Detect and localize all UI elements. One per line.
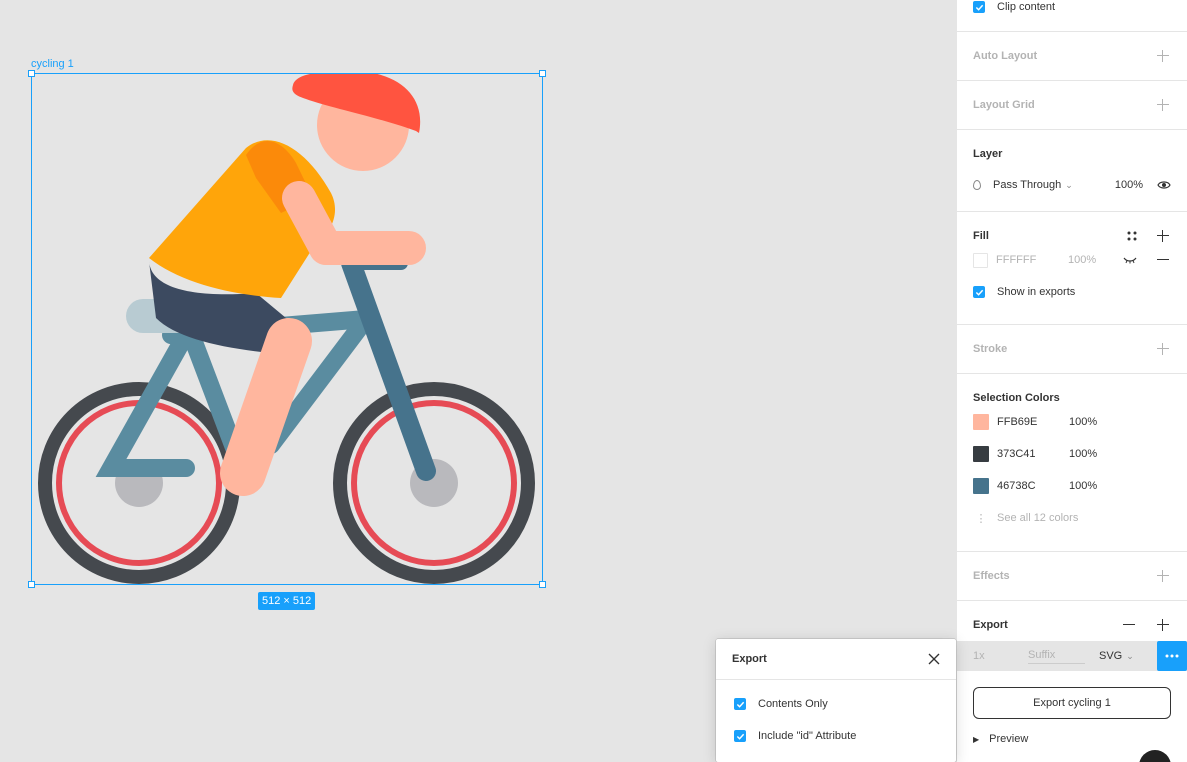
check-icon: [736, 733, 744, 740]
see-all-colors-label[interactable]: See all 12 colors: [997, 512, 1078, 524]
export-title: Export: [973, 619, 1008, 631]
fill-swatch[interactable]: [973, 252, 988, 268]
check-icon: [736, 701, 744, 708]
selection-color-row[interactable]: FFB69E 100%: [973, 406, 1171, 438]
preview-toggle[interactable]: ▶ Preview: [973, 727, 1171, 751]
auto-layout-title: Auto Layout: [973, 50, 1038, 62]
layer-section: Layer Pass Through ⌄ 100%: [957, 130, 1187, 212]
contents-only-checkbox[interactable]: [734, 698, 746, 710]
blend-mode-icon: [973, 180, 981, 190]
check-icon: [975, 4, 983, 11]
stroke-section: Stroke: [957, 325, 1187, 374]
layout-grid-section: Layout Grid: [957, 81, 1187, 130]
export-button[interactable]: Export cycling 1: [973, 687, 1171, 719]
effects-title: Effects: [973, 570, 1010, 582]
effects-section: Effects: [957, 552, 1187, 601]
export-scale[interactable]: 1x: [973, 650, 1028, 662]
color-opacity[interactable]: 100%: [1069, 416, 1097, 428]
add-fill-icon[interactable]: [1155, 228, 1171, 244]
layer-title: Layer: [973, 148, 1003, 160]
contents-only-option[interactable]: Contents Only: [716, 688, 956, 720]
selection-frame[interactable]: [28, 70, 546, 588]
selection-color-row[interactable]: 373C41 100%: [973, 438, 1171, 470]
color-swatch[interactable]: [973, 446, 989, 462]
resize-handle-tl[interactable]: [28, 70, 35, 77]
chevron-down-icon: ⌄: [1065, 179, 1073, 190]
contents-only-label: Contents Only: [758, 698, 828, 710]
fill-opacity[interactable]: 100%: [1068, 254, 1096, 266]
add-layout-grid-icon[interactable]: [1155, 97, 1171, 113]
resize-handle-br[interactable]: [539, 581, 546, 588]
popup-title: Export: [732, 653, 767, 665]
show-in-exports-checkbox[interactable]: [973, 286, 985, 298]
color-opacity[interactable]: 100%: [1069, 448, 1097, 460]
stroke-title: Stroke: [973, 343, 1008, 355]
resize-handle-tr[interactable]: [539, 70, 546, 77]
include-id-option[interactable]: Include "id" Attribute: [716, 720, 956, 752]
color-hex[interactable]: 373C41: [997, 448, 1069, 460]
remove-fill-icon[interactable]: [1155, 252, 1171, 268]
selection-colors-section: Selection Colors FFB69E 100% 373C41 100%…: [957, 374, 1187, 552]
resize-handle-bl[interactable]: [28, 581, 35, 588]
clip-content-checkbox[interactable]: [973, 1, 985, 13]
include-id-label: Include "id" Attribute: [758, 730, 857, 742]
properties-panel: Clip content Auto Layout Layout Grid Lay…: [956, 0, 1187, 762]
chevron-down-icon: ⌄: [1126, 650, 1134, 661]
help-button[interactable]: [1139, 750, 1171, 762]
export-format-select[interactable]: SVG: [1099, 650, 1122, 662]
frame-size-badge: 512 × 512: [258, 592, 316, 610]
add-auto-layout-icon[interactable]: [1155, 48, 1171, 64]
add-stroke-icon[interactable]: [1155, 341, 1171, 357]
more-vertical-icon: ⋮: [975, 512, 987, 525]
export-suffix-input[interactable]: Suffix: [1028, 649, 1085, 664]
fill-section: Fill FFFFFF 100% Show in exports: [957, 212, 1187, 325]
preview-label: Preview: [989, 733, 1029, 745]
clip-content-section: Clip content: [957, 0, 1187, 32]
more-horizontal-icon: [1165, 654, 1179, 658]
blend-mode-select[interactable]: Pass Through: [993, 179, 1061, 191]
see-all-colors-link[interactable]: ⋮ See all 12 colors: [973, 502, 1171, 534]
add-effect-icon[interactable]: [1155, 568, 1171, 584]
auto-layout-section: Auto Layout: [957, 32, 1187, 81]
layer-opacity[interactable]: 100%: [1115, 179, 1143, 191]
show-in-exports-label: Show in exports: [997, 286, 1076, 298]
color-swatch[interactable]: [973, 478, 989, 494]
export-more-button[interactable]: [1157, 641, 1187, 671]
include-id-checkbox[interactable]: [734, 730, 746, 742]
remove-export-icon[interactable]: [1121, 617, 1137, 633]
color-hex[interactable]: FFB69E: [997, 416, 1069, 428]
frame-name-label[interactable]: cycling 1: [31, 58, 74, 70]
fill-title: Fill: [973, 230, 989, 242]
export-options-popup: Export Contents Only Include "id" Attrib…: [716, 639, 956, 762]
color-opacity[interactable]: 100%: [1069, 480, 1097, 492]
style-grid-icon[interactable]: [1127, 231, 1137, 241]
export-settings-row: 1x Suffix SVG ⌄: [957, 641, 1187, 671]
eye-icon[interactable]: [1157, 180, 1171, 190]
clip-content-label: Clip content: [997, 1, 1056, 13]
close-icon[interactable]: [928, 653, 940, 665]
check-icon: [975, 289, 983, 296]
export-section: Export 1x Suffix SVG ⌄ Export cycling 1 …: [957, 601, 1187, 751]
color-swatch[interactable]: [973, 414, 989, 430]
layout-grid-title: Layout Grid: [973, 99, 1035, 111]
selection-colors-title: Selection Colors: [973, 392, 1060, 404]
selection-color-row[interactable]: 46738C 100%: [973, 470, 1171, 502]
add-export-icon[interactable]: [1155, 617, 1171, 633]
color-hex[interactable]: 46738C: [997, 480, 1069, 492]
fill-hex[interactable]: FFFFFF: [996, 254, 1068, 266]
triangle-right-icon: ▶: [973, 734, 980, 744]
eye-closed-icon[interactable]: [1123, 256, 1137, 264]
